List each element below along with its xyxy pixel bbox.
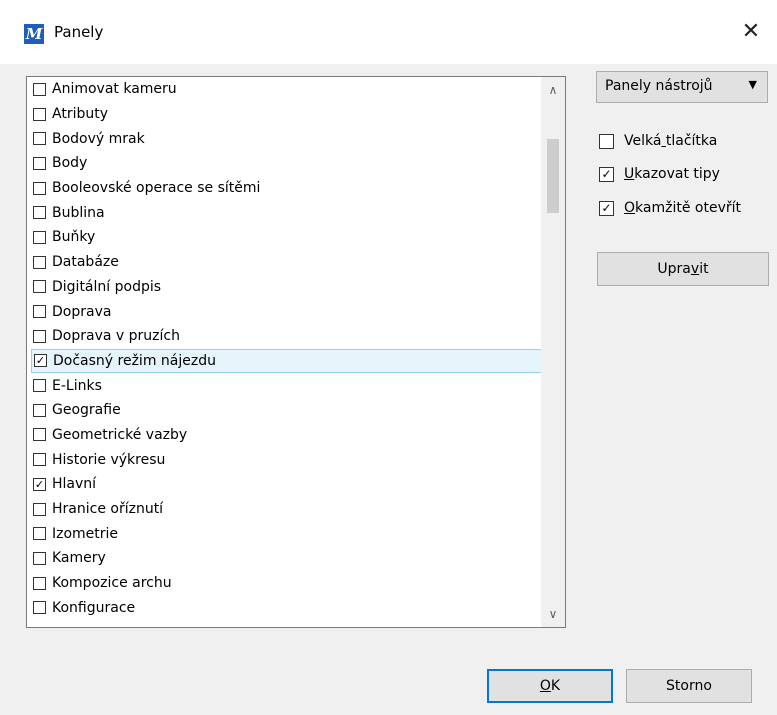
list-item-checkbox[interactable]: [33, 502, 46, 516]
list-item[interactable]: Doprava: [31, 299, 541, 324]
list-item[interactable]: Kamery: [31, 546, 541, 571]
list-item[interactable]: Hranice oříznutí: [31, 497, 541, 522]
list-item-checkbox[interactable]: [33, 403, 46, 417]
list-item-checkbox[interactable]: [33, 576, 46, 590]
list-item-checkbox[interactable]: [33, 255, 46, 269]
list-item-checkbox[interactable]: [33, 107, 46, 121]
list-item-label: Kompozice archu: [52, 575, 172, 592]
list-item-checkbox[interactable]: [33, 428, 46, 442]
title-bar: M Panely ✕: [0, 0, 777, 64]
list-item[interactable]: Buňky: [31, 225, 541, 250]
list-item[interactable]: Digitální podpis: [31, 275, 541, 300]
list-item[interactable]: Historie výkresu: [31, 447, 541, 472]
list-item-label: Doprava: [52, 303, 112, 320]
large-buttons-label: Velká tlačítka: [624, 133, 718, 149]
list-item[interactable]: Bodový mrak: [31, 126, 541, 151]
list-item-label: E-Links: [52, 377, 102, 394]
open-immediately-label: Okamžitě otevřít: [624, 200, 741, 216]
ok-button-label: OK: [539, 678, 561, 694]
vertical-scrollbar[interactable]: ∧ ∨: [541, 77, 565, 627]
list-item[interactable]: ✓ Hlavní: [31, 472, 541, 497]
list-item-label: Booleovské operace se sítěmi: [52, 180, 261, 197]
list-item[interactable]: Bublina: [31, 200, 541, 225]
list-item-label: Hlavní: [52, 476, 97, 493]
list-item-checkbox[interactable]: [33, 156, 46, 170]
panel-type-dropdown[interactable]: Panely nástrojů ▼: [596, 71, 768, 103]
list-item[interactable]: Atributy: [31, 102, 541, 127]
list-item-label: Doprava v pruzích: [52, 328, 180, 345]
list-item-checkbox[interactable]: ✓: [34, 354, 47, 368]
list-item-checkbox[interactable]: [33, 551, 46, 565]
list-item-checkbox[interactable]: [33, 280, 46, 294]
cancel-button-label: Storno: [666, 678, 712, 694]
list-item-label: Kamery: [52, 550, 106, 567]
list-item-checkbox[interactable]: [33, 82, 46, 96]
list-item-label: Body: [52, 155, 88, 172]
list-item-checkbox[interactable]: [33, 206, 46, 220]
list-item[interactable]: Geografie: [31, 398, 541, 423]
list-item-checkbox[interactable]: ✓: [33, 477, 46, 491]
close-button[interactable]: ✕: [731, 14, 771, 50]
edit-button[interactable]: Upravit: [597, 252, 769, 286]
list-item-checkbox[interactable]: [33, 181, 46, 195]
list-item-label: Hranice oříznutí: [52, 501, 164, 518]
scroll-down-arrow-icon[interactable]: ∨: [541, 603, 565, 625]
dropdown-value: Panely nástrojů: [605, 78, 713, 94]
show-tips-label: Ukazovat tipy: [624, 166, 720, 182]
edit-button-label: Upravit: [657, 261, 709, 277]
window-title: Panely: [54, 23, 104, 41]
list-item-checkbox[interactable]: [33, 379, 46, 393]
list-item[interactable]: Databáze: [31, 250, 541, 275]
cancel-button[interactable]: Storno: [626, 669, 752, 703]
list-item-label: Izometrie: [52, 525, 119, 542]
list-item-label: Bublina: [52, 204, 105, 221]
open-immediately-option[interactable]: ✓ Okamžitě otevřít: [599, 196, 741, 220]
app-icon: M: [24, 24, 44, 44]
list-item-label: Atributy: [52, 106, 108, 123]
scroll-up-arrow-icon[interactable]: ∧: [541, 79, 565, 101]
list-item[interactable]: ✓ Dočasný režim nájezdu: [31, 348, 565, 374]
list-item-label: Databáze: [52, 254, 119, 271]
list-item[interactable]: Kompozice archu: [31, 571, 541, 596]
open-immediately-checkbox[interactable]: ✓: [599, 200, 614, 216]
list-item[interactable]: Geometrické vazby: [31, 423, 541, 448]
list-item-label: Geometrické vazby: [52, 426, 188, 443]
list-item[interactable]: E-Links: [31, 373, 541, 398]
panels-list[interactable]: Animovat kameru Atributy Bodový mrak Body Bo…: [26, 76, 566, 628]
list-item-checkbox[interactable]: [33, 601, 46, 615]
list-items: Animovat kameru Atributy Bodový mrak Body Bo…: [27, 77, 565, 620]
list-item-label: Dočasný režim nájezdu: [53, 352, 216, 369]
large-buttons-checkbox[interactable]: [599, 133, 614, 149]
ok-button[interactable]: OK: [487, 669, 613, 703]
list-item-checkbox[interactable]: [33, 230, 46, 244]
list-item-label: Buňky: [52, 229, 96, 246]
list-item[interactable]: Izometrie: [31, 521, 541, 546]
list-item-checkbox[interactable]: [33, 527, 46, 541]
list-item[interactable]: Booleovské operace se sítěmi: [31, 176, 541, 201]
list-item[interactable]: Body: [31, 151, 541, 176]
list-item-checkbox[interactable]: [33, 132, 46, 146]
large-buttons-option[interactable]: Velká tlačítka: [599, 129, 717, 153]
list-item-label: Geografie: [52, 402, 121, 419]
list-item-label: Konfigurace: [52, 599, 136, 616]
dropdown-arrow-icon: ▼: [748, 78, 757, 91]
list-item-label: Historie výkresu: [52, 451, 166, 468]
list-item-label: Digitální podpis: [52, 278, 162, 295]
list-item-label: Bodový mrak: [52, 130, 145, 147]
list-item-label: Animovat kameru: [52, 81, 177, 98]
show-tips-checkbox[interactable]: ✓: [599, 166, 614, 182]
list-item[interactable]: Konfigurace: [31, 595, 541, 620]
list-item-checkbox[interactable]: [33, 305, 46, 319]
list-item-checkbox[interactable]: [33, 453, 46, 467]
show-tips-option[interactable]: ✓ Ukazovat tipy: [599, 162, 720, 186]
list-item-checkbox[interactable]: [33, 329, 46, 343]
list-item[interactable]: Doprava v pruzích: [31, 324, 541, 349]
scroll-thumb[interactable]: [547, 139, 559, 213]
list-item[interactable]: Animovat kameru: [31, 77, 541, 102]
